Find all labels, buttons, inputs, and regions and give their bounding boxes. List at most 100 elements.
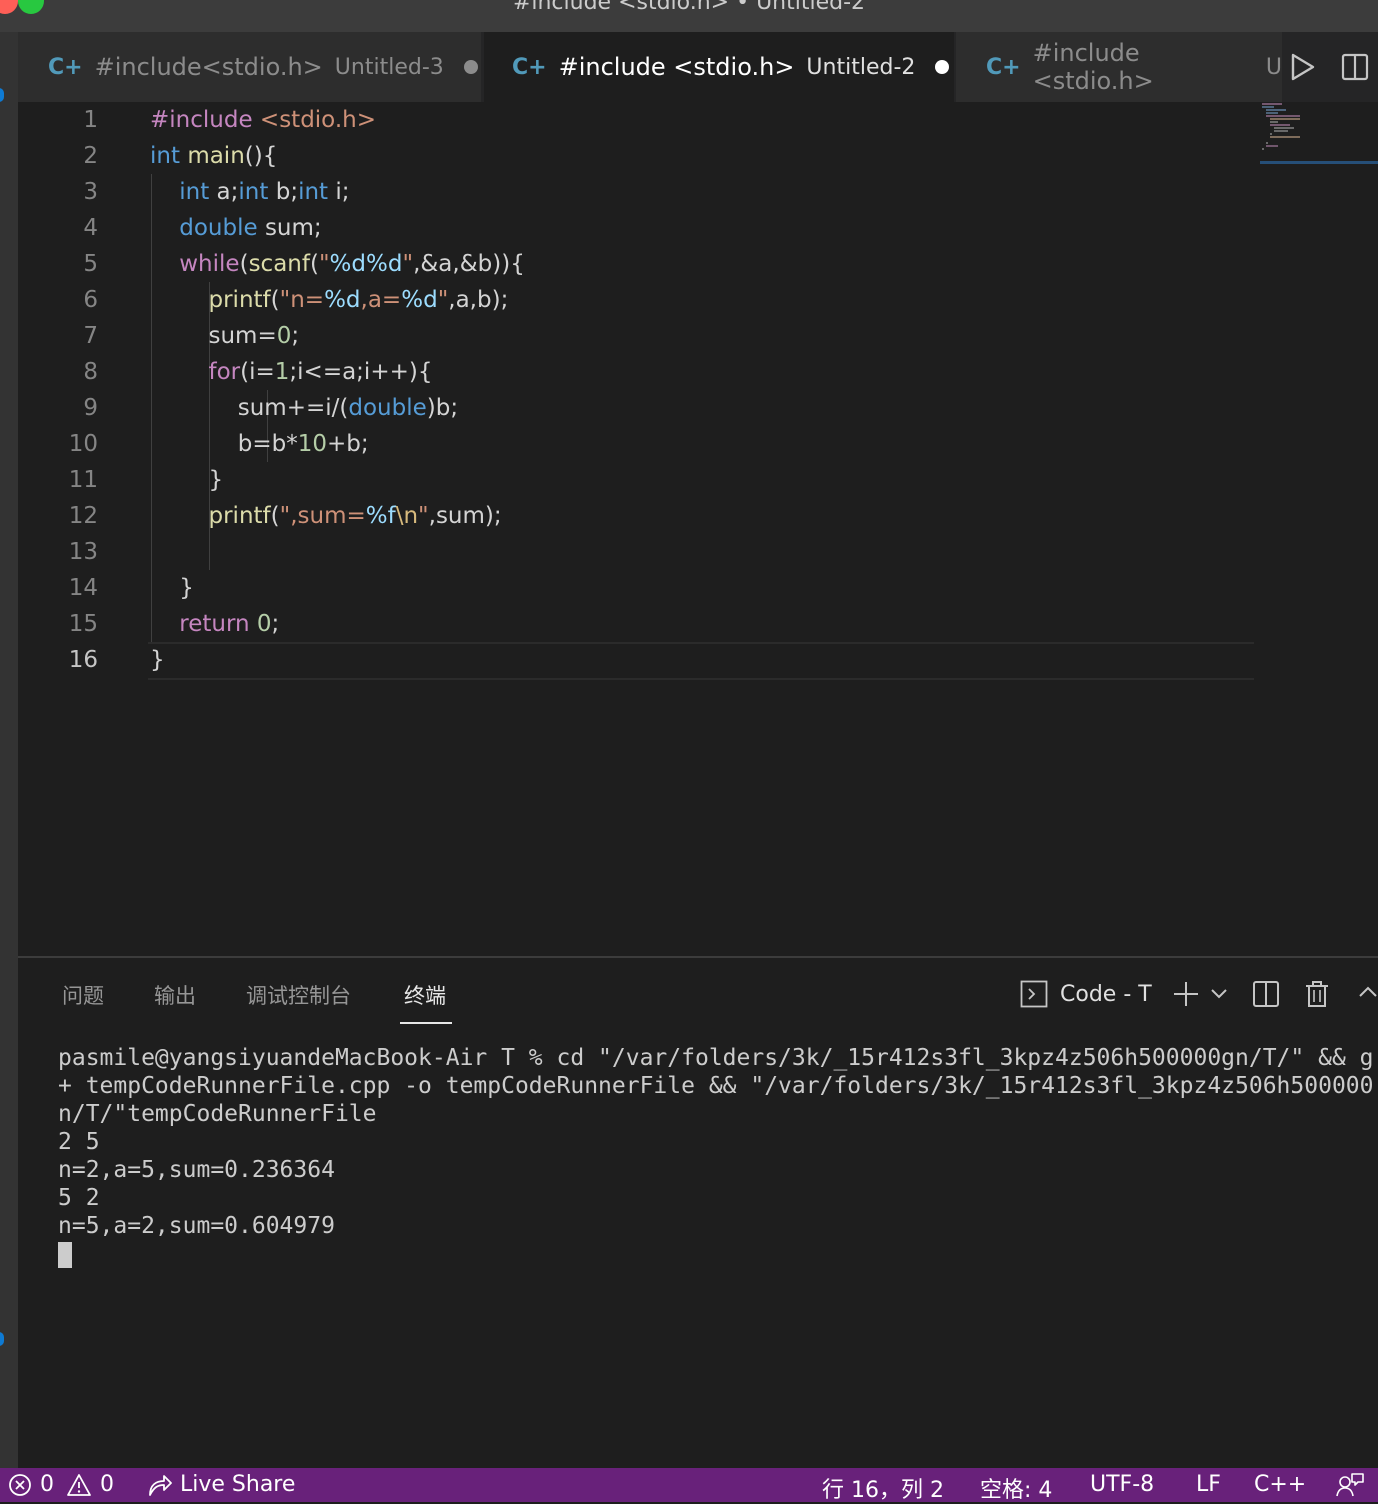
tab-description: Untitled-3 bbox=[334, 54, 444, 80]
eol-setting[interactable]: LF bbox=[1196, 1472, 1221, 1497]
code-line: 15 return 0; bbox=[18, 606, 1258, 642]
problems-indicator[interactable]: 0 0 bbox=[8, 1472, 114, 1497]
code-line: 8 for(i=1;i<=a;i++){ bbox=[18, 354, 1258, 390]
warning-icon bbox=[67, 1473, 91, 1496]
terminal-selector[interactable]: Code - T bbox=[1020, 980, 1152, 1008]
terminal-icon bbox=[1020, 980, 1048, 1008]
line-number: 7 bbox=[83, 323, 98, 349]
cpp-file-icon: C+ bbox=[48, 54, 83, 80]
terminal-line: 2 5 bbox=[58, 1129, 100, 1155]
code-text: sum=0; bbox=[150, 323, 300, 349]
feedback-button[interactable] bbox=[1336, 1472, 1364, 1504]
line-number: 3 bbox=[83, 179, 98, 205]
terminal-dropdown-button[interactable] bbox=[1210, 986, 1228, 1006]
unsaved-dot-icon[interactable] bbox=[935, 60, 950, 74]
live-share-label: Live Share bbox=[180, 1472, 296, 1497]
title-bar: #include <stdio.h> • Untitled-2 bbox=[0, 0, 1378, 32]
code-text: } bbox=[150, 575, 194, 601]
code-text: } bbox=[150, 467, 224, 493]
code-text: for(i=1;i<=a;i++){ bbox=[208, 359, 433, 385]
line-number: 2 bbox=[83, 143, 98, 169]
cpp-file-icon: C+ bbox=[512, 54, 547, 80]
line-number: 6 bbox=[83, 287, 98, 313]
unsaved-dot-icon[interactable] bbox=[463, 60, 478, 74]
activity-indicator bbox=[0, 88, 4, 102]
terminal-name: Code - T bbox=[1060, 981, 1152, 1007]
code-editor[interactable]: 1 #include <stdio.h> 2 int main(){ 3 int… bbox=[18, 102, 1378, 956]
split-terminal-icon bbox=[1253, 981, 1279, 1007]
code-line: 6 printf("n=%d,a=%d",a,b); bbox=[18, 282, 1258, 318]
line-number: 9 bbox=[83, 395, 98, 421]
maximize-panel-button[interactable] bbox=[1358, 984, 1378, 1004]
terminal-line: n/T/"tempCodeRunnerFile bbox=[58, 1101, 377, 1127]
cursor-position[interactable]: 行 16，列 2 bbox=[822, 1472, 944, 1504]
line-number: 16 bbox=[68, 647, 98, 673]
code-text: sum+=i/(double)b; bbox=[150, 395, 459, 421]
active-tab-indicator bbox=[400, 1022, 452, 1024]
language-mode[interactable]: C++ bbox=[1254, 1472, 1306, 1497]
split-editor-icon bbox=[1341, 53, 1369, 81]
code-text: double sum; bbox=[179, 215, 322, 241]
code-line: 3 int a;int b;int i; bbox=[18, 174, 1258, 210]
activity-bar bbox=[0, 32, 18, 1468]
terminal-line: n=2,a=5,sum=0.236364 bbox=[58, 1157, 335, 1183]
tab-untitled-other[interactable]: C+ #include <stdio.h> U bbox=[956, 32, 1282, 102]
code-text: } bbox=[150, 647, 165, 673]
tab-untitled-3[interactable]: C+ #include<stdio.h> Untitled-3 bbox=[18, 32, 482, 102]
kill-terminal-button[interactable] bbox=[1304, 980, 1330, 1012]
new-terminal-button[interactable] bbox=[1172, 980, 1200, 1012]
tab-debug-console[interactable]: 调试控制台 bbox=[246, 980, 351, 1010]
code-line: 11 } bbox=[18, 462, 1258, 498]
code-text: int main(){ bbox=[150, 143, 278, 169]
code-text: b=b*10+b; bbox=[150, 431, 369, 457]
tab-label: #include <stdio.h> bbox=[558, 53, 795, 81]
tab-untitled-2[interactable]: C+ #include <stdio.h> Untitled-2 bbox=[484, 32, 954, 102]
code-line: 7 sum=0; bbox=[18, 318, 1258, 354]
code-line: 1 #include <stdio.h> bbox=[18, 102, 1258, 138]
code-text: int a;int b;int i; bbox=[179, 179, 350, 205]
code-line: 4 double sum; bbox=[18, 210, 1258, 246]
tab-output[interactable]: 输出 bbox=[154, 980, 196, 1010]
minimap[interactable] bbox=[1260, 102, 1378, 166]
code-line: 16 } bbox=[18, 642, 1258, 678]
run-code-button[interactable] bbox=[1286, 50, 1320, 84]
code-text: while(scanf("%d%d",&a,&b)){ bbox=[179, 251, 525, 277]
indentation-setting[interactable]: 空格: 4 bbox=[980, 1472, 1052, 1504]
bottom-panel: 问题 输出 调试控制台 终端 Code - T pasmile@yangsiyu… bbox=[18, 956, 1378, 1470]
line-number: 10 bbox=[68, 431, 98, 457]
terminal-line: + tempCodeRunnerFile.cpp -o tempCodeRunn… bbox=[58, 1073, 1374, 1099]
code-text: return 0; bbox=[179, 611, 280, 637]
editor-tab-bar: C+ #include<stdio.h> Untitled-3 C+ #incl… bbox=[18, 32, 1378, 102]
line-number: 5 bbox=[83, 251, 98, 277]
cpp-file-icon: C+ bbox=[986, 54, 1021, 80]
tab-terminal[interactable]: 终端 bbox=[404, 980, 446, 1010]
line-number: 15 bbox=[68, 611, 98, 637]
split-terminal-button[interactable] bbox=[1252, 980, 1280, 1012]
code-line: 9 sum+=i/(double)b; bbox=[18, 390, 1258, 426]
live-share-icon bbox=[149, 1474, 172, 1496]
status-bar: 0 0 Live Share 行 16，列 2 空格: 4 UTF-8 LF C… bbox=[0, 1468, 1378, 1504]
code-line: 13 bbox=[18, 534, 1258, 570]
line-number: 1 bbox=[83, 107, 98, 133]
chevron-down-icon bbox=[1211, 989, 1227, 999]
activity-indicator bbox=[0, 1332, 4, 1346]
code-line: 2 int main(){ bbox=[18, 138, 1258, 174]
terminal-line: pasmile@yangsiyuandeMacBook-Air T % cd "… bbox=[58, 1045, 1374, 1071]
live-share-button[interactable]: Live Share bbox=[146, 1472, 295, 1497]
warning-count: 0 bbox=[100, 1472, 114, 1497]
window-title: #include <stdio.h> • Untitled-2 bbox=[512, 0, 866, 15]
play-icon bbox=[1291, 53, 1315, 81]
tab-description: U bbox=[1265, 54, 1282, 80]
encoding-setting[interactable]: UTF-8 bbox=[1090, 1472, 1154, 1497]
error-count: 0 bbox=[40, 1472, 54, 1497]
terminal-output[interactable]: pasmile@yangsiyuandeMacBook-Air T % cd "… bbox=[58, 1044, 1373, 1240]
tab-problems[interactable]: 问题 bbox=[62, 980, 104, 1010]
line-number: 8 bbox=[83, 359, 98, 385]
code-line: 12 printf(",sum=%f\n",sum); bbox=[18, 498, 1258, 534]
code-text: printf(",sum=%f\n",sum); bbox=[208, 503, 502, 529]
code-line: 5 while(scanf("%d%d",&a,&b)){ bbox=[18, 246, 1258, 282]
feedback-icon bbox=[1336, 1473, 1364, 1497]
tab-label: #include<stdio.h> bbox=[94, 53, 323, 81]
split-editor-button[interactable] bbox=[1338, 50, 1372, 84]
chevron-up-icon bbox=[1359, 986, 1377, 997]
